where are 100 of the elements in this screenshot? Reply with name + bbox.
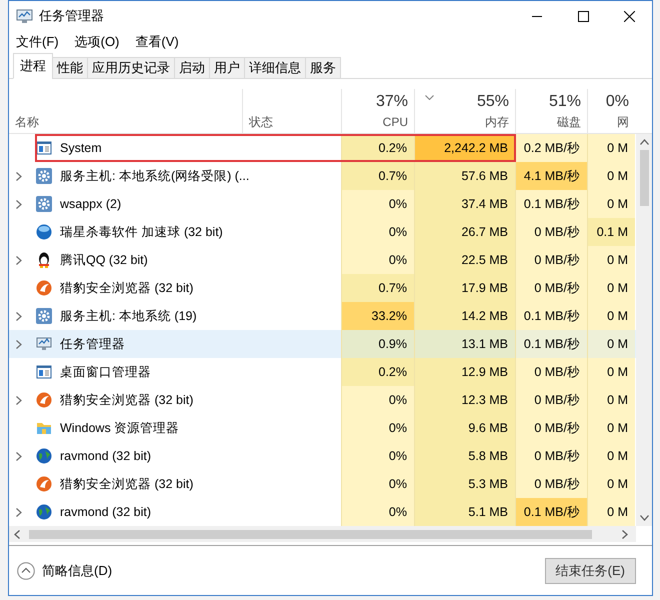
table-cell: 0 MB/秒: [515, 442, 587, 470]
table-cell: 0%: [341, 414, 414, 442]
table-cell: 0%: [341, 470, 414, 498]
table-cell: 12.9 MB: [414, 358, 515, 386]
process-name: ravmond (32 bit): [60, 448, 152, 465]
process-name: 服务主机: 本地系统 (19): [60, 308, 197, 325]
table-cell: 0 M: [587, 246, 635, 274]
table-cell: 0 M: [587, 162, 635, 190]
process-name: wsappx (2): [60, 196, 122, 213]
table-cell: 0 MB/秒: [515, 358, 587, 386]
process-name: 桌面窗口管理器: [60, 364, 151, 381]
column-percent: 51%: [548, 92, 581, 112]
table-cell: 0.1 MB/秒: [515, 302, 587, 330]
column-header[interactable]: 状态: [249, 115, 273, 129]
table-cell: 14.2 MB: [414, 302, 515, 330]
gear-icon: [36, 168, 52, 184]
table-cell: 0 M: [587, 302, 635, 330]
process-name: ravmond (32 bit): [60, 504, 152, 521]
tab[interactable]: 用户: [209, 57, 245, 79]
table-cell: 37.4 MB: [414, 190, 515, 218]
table-cell: 5.8 MB: [414, 442, 515, 470]
table-cell: 5.1 MB: [414, 498, 515, 526]
tab[interactable]: 性能: [52, 57, 88, 79]
process-row[interactable]: 任务管理器 0.9% 13.1 MB 0.1 MB/秒 0 M: [9, 330, 636, 358]
tab[interactable]: 应用历史记录: [87, 57, 175, 79]
process-name: 任务管理器: [60, 336, 125, 353]
swoosh-icon: [36, 476, 52, 492]
process-name: Windows 资源管理器: [60, 420, 180, 437]
table-cell: 13.1 MB: [414, 330, 515, 358]
process-name: 猎豹安全浏览器 (32 bit): [60, 476, 194, 493]
scroll-up-icon[interactable]: [640, 139, 648, 145]
table-cell: 0 M: [587, 274, 635, 302]
table-cell: 0 M: [587, 134, 635, 162]
fewer-details-link[interactable]: 简略信息(D): [42, 560, 112, 580]
table-cell: 0.2%: [341, 358, 414, 386]
monitor-icon: [16, 8, 33, 24]
gear-icon: [36, 308, 52, 324]
scrollbar-thumb[interactable]: [640, 150, 648, 206]
globe-icon: [36, 448, 52, 464]
table-cell: 0 M: [587, 386, 635, 414]
column-header[interactable]: 磁盘: [557, 115, 581, 129]
table-cell: 0%: [341, 386, 414, 414]
table-cell: 0 MB/秒: [515, 386, 587, 414]
menu-item[interactable]: 查看(V): [133, 32, 181, 52]
table-cell: 0 M: [587, 330, 635, 358]
table-cell: 0.7%: [341, 274, 414, 302]
expand-chevron-icon[interactable]: [16, 508, 22, 516]
scroll-left-icon[interactable]: [14, 530, 20, 538]
folder-icon: [36, 420, 52, 436]
table-cell: 0.1 MB/秒: [515, 330, 587, 358]
column-percent: 0%: [606, 92, 629, 112]
expand-chevron-icon[interactable]: [16, 256, 22, 264]
table-cell: 0 MB/秒: [515, 218, 587, 246]
menu-item[interactable]: 选项(O): [72, 32, 122, 52]
tab[interactable]: 进程: [13, 53, 53, 79]
column-header[interactable]: 内存: [485, 115, 509, 129]
table-cell: 17.9 MB: [414, 274, 515, 302]
process-name: 瑞星杀毒软件 加速球 (32 bit): [60, 224, 223, 241]
table-cell: 9.6 MB: [414, 414, 515, 442]
table-cell: 12.3 MB: [414, 386, 515, 414]
tab[interactable]: 启动: [174, 57, 210, 79]
process-name: 猎豹安全浏览器 (32 bit): [60, 392, 194, 409]
column-percent: 37%: [376, 92, 408, 112]
expand-chevron-icon[interactable]: [16, 312, 22, 320]
table-cell: 0.9%: [341, 330, 414, 358]
close-icon[interactable]: [624, 10, 634, 22]
expand-chevron-icon[interactable]: [16, 340, 22, 348]
tab[interactable]: 详细信息: [244, 57, 306, 79]
scroll-down-icon[interactable]: [640, 515, 648, 521]
menu-item[interactable]: 文件(F): [14, 32, 61, 52]
process-name: 腾讯QQ (32 bit): [60, 252, 148, 269]
expand-chevron-icon[interactable]: [16, 452, 22, 460]
table-cell: 0.1 MB/秒: [515, 498, 587, 526]
table-cell: 5.3 MB: [414, 470, 515, 498]
ball-icon: [36, 224, 52, 240]
tab[interactable]: 服务: [305, 57, 341, 79]
table-cell: 0 M: [587, 358, 635, 386]
vertical-scrollbar[interactable]: [636, 134, 652, 526]
table-cell: 0%: [341, 218, 414, 246]
column-header[interactable]: 名称: [15, 115, 39, 129]
maximize-icon[interactable]: [578, 10, 588, 22]
scroll-right-icon[interactable]: [622, 530, 628, 538]
column-percent: 55%: [476, 92, 509, 112]
table-cell: 22.5 MB: [414, 246, 515, 274]
end-task-button[interactable]: 结束任务(E): [544, 558, 636, 584]
column-header[interactable]: 网: [617, 115, 629, 129]
table-cell: 0%: [341, 442, 414, 470]
penguin-icon: [36, 252, 52, 268]
expand-chevron-icon[interactable]: [16, 172, 22, 180]
column-header[interactable]: CPU: [382, 115, 408, 129]
collapse-icon[interactable]: [17, 562, 35, 580]
expand-chevron-icon[interactable]: [16, 396, 22, 404]
table-cell: 0%: [341, 190, 414, 218]
table-cell: 0 M: [587, 442, 635, 470]
horizontal-scrollbar[interactable]: [9, 526, 636, 542]
window-icon: [36, 140, 52, 156]
scrollbar-thumb[interactable]: [29, 530, 592, 538]
table-cell: 0.2 MB/秒: [515, 134, 587, 162]
expand-chevron-icon[interactable]: [16, 200, 22, 208]
swoosh-icon: [36, 280, 52, 296]
